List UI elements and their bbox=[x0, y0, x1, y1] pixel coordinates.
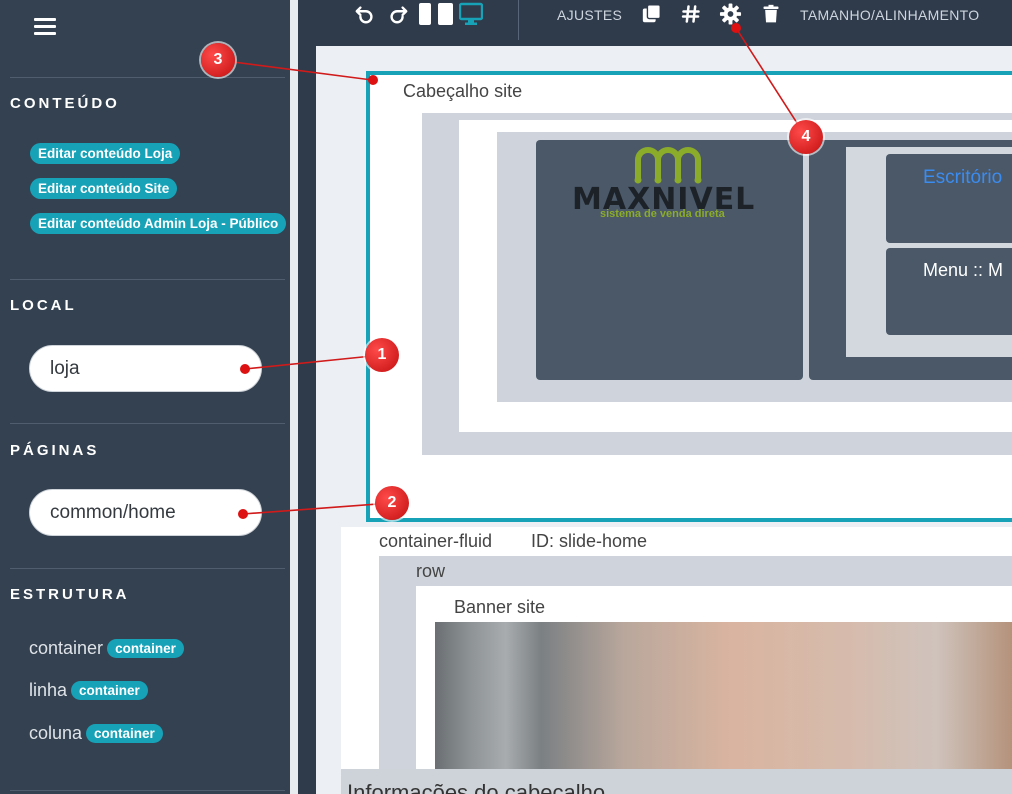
edit-content-admin-link[interactable]: Editar conteúdo Admin Loja - Público bbox=[30, 213, 287, 234]
callout-1: 1 bbox=[365, 338, 399, 372]
mobile-view-icon[interactable] bbox=[418, 2, 432, 26]
annotation-dot bbox=[731, 23, 741, 33]
divider bbox=[10, 423, 285, 424]
hash-id-icon[interactable] bbox=[681, 2, 701, 26]
structure-item-linha[interactable]: linha container bbox=[29, 680, 148, 701]
annotation-dot bbox=[238, 509, 248, 519]
structure-badge: container bbox=[71, 681, 148, 700]
row-label: row bbox=[416, 561, 446, 581]
banner-label: Banner site bbox=[454, 597, 546, 617]
logo-mark-icon bbox=[634, 147, 702, 184]
sidebar-scrollbar[interactable] bbox=[290, 0, 298, 794]
structure-badge: container bbox=[86, 724, 163, 743]
callout-2: 2 bbox=[375, 486, 409, 520]
logo-tagline: sistema de venda direta bbox=[600, 208, 725, 220]
editor-toolbar: AJUSTES TAMANHO/ALINHAMENTO bbox=[316, 0, 1012, 46]
structure-item-label: coluna bbox=[29, 723, 83, 743]
bottom-info-label: Informações do cabeçalho bbox=[347, 780, 606, 794]
callout-3: 3 bbox=[201, 43, 235, 77]
sidebar-gutter bbox=[298, 0, 316, 794]
section-title-estrutura: ESTRUTURA bbox=[10, 586, 130, 603]
structure-item-coluna[interactable]: coluna container bbox=[29, 723, 163, 744]
settings-gear-icon[interactable] bbox=[719, 2, 742, 26]
structure-item-container[interactable]: container container bbox=[29, 638, 184, 659]
header-block-label: Cabeçalho site bbox=[403, 81, 523, 101]
sidebar: CONTEÚDO Editar conteúdo Loja Editar con… bbox=[0, 0, 290, 794]
toolbar-separator bbox=[518, 0, 519, 40]
escritorio-link[interactable]: Escritório bbox=[923, 167, 1002, 189]
trash-icon[interactable] bbox=[761, 2, 781, 26]
container-fluid-label: container-fluid bbox=[379, 531, 493, 551]
local-input[interactable]: loja bbox=[29, 345, 262, 392]
slide-id-label: ID: slide-home bbox=[531, 531, 648, 551]
annotation-dot bbox=[240, 364, 250, 374]
redo-icon[interactable] bbox=[387, 2, 409, 26]
section-title-local: LOCAL bbox=[10, 297, 77, 314]
callout-4: 4 bbox=[789, 120, 823, 154]
divider bbox=[10, 568, 285, 569]
desktop-view-icon[interactable] bbox=[459, 2, 483, 26]
structure-badge: container bbox=[107, 639, 184, 658]
paginas-input[interactable]: common/home bbox=[29, 489, 262, 536]
undo-icon[interactable] bbox=[354, 2, 376, 26]
tablet-view-icon[interactable] bbox=[437, 2, 454, 26]
menu-label: Menu :: M bbox=[923, 260, 1004, 280]
divider bbox=[10, 77, 285, 78]
section-title-paginas: PÁGINAS bbox=[10, 442, 100, 459]
divider bbox=[10, 790, 285, 791]
editor-canvas: Cabeçalho site MAXNIVEL sistema de venda… bbox=[316, 46, 1012, 794]
edit-content-loja-link[interactable]: Editar conteúdo Loja bbox=[30, 143, 181, 164]
annotation-dot bbox=[368, 75, 378, 85]
hamburger-menu-icon[interactable] bbox=[34, 18, 56, 36]
section-title-conteudo: CONTEÚDO bbox=[10, 95, 120, 112]
duplicate-icon[interactable] bbox=[641, 2, 663, 26]
divider bbox=[10, 279, 285, 280]
structure-item-label: container bbox=[29, 638, 104, 658]
ajustes-button[interactable]: AJUSTES bbox=[557, 7, 622, 23]
structure-item-label: linha bbox=[29, 680, 68, 700]
edit-content-site-link[interactable]: Editar conteúdo Site bbox=[30, 178, 178, 199]
tamanho-alinhamento-button[interactable]: TAMANHO/ALINHAMENTO bbox=[800, 7, 979, 23]
